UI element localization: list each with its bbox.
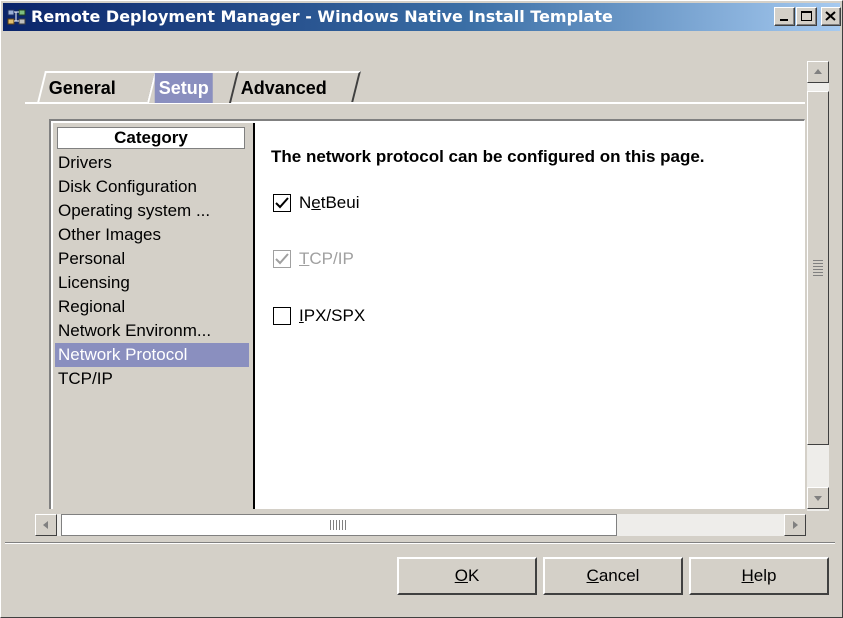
vertical-scrollbar[interactable] [807, 61, 829, 511]
ipxspx-label: IPX/SPX [299, 306, 366, 325]
window-title: Remote Deployment Manager - Windows Nati… [31, 7, 613, 26]
category-list: Category Drivers Disk Configuration Oper… [53, 123, 253, 509]
ok-label: K [467, 566, 480, 585]
footer-separator [5, 542, 835, 544]
cancel-button[interactable]: Cancel [543, 557, 683, 595]
category-item-network-protocol[interactable]: Network Protocol [55, 343, 249, 367]
scroll-down-button[interactable] [807, 487, 829, 509]
cancel-mnemonic: C [586, 566, 599, 585]
category-item-regional[interactable]: Regional [55, 295, 249, 319]
arrow-up-icon [814, 69, 822, 74]
category-item-operating-system[interactable]: Operating system ... [55, 199, 249, 223]
checkbox-box[interactable] [273, 307, 291, 325]
tab-divider [25, 102, 805, 104]
maximize-icon [801, 11, 812, 21]
minimize-button[interactable] [774, 7, 795, 26]
horizontal-scroll-thumb[interactable] [61, 514, 617, 536]
horizontal-scrollbar[interactable] [35, 514, 806, 536]
category-item-other-images[interactable]: Other Images [55, 223, 249, 247]
category-header: Category [57, 127, 245, 149]
scroll-right-button[interactable] [784, 514, 806, 536]
minimize-icon [780, 19, 788, 21]
category-item-network-environment[interactable]: Network Environm... [55, 319, 249, 343]
category-item-licensing[interactable]: Licensing [55, 271, 249, 295]
grip-icon [813, 260, 823, 278]
help-label: elp [753, 566, 777, 585]
tab-setup[interactable]: Setup [147, 71, 239, 103]
category-item-tcp-ip[interactable]: TCP/IP [55, 367, 249, 391]
checkbox-box[interactable] [273, 194, 291, 212]
checkbox-box[interactable] [273, 250, 291, 268]
close-button[interactable] [821, 7, 841, 26]
arrow-right-icon [793, 521, 798, 529]
protocol-heading: The network protocol can be configured o… [271, 147, 705, 166]
scroll-up-button[interactable] [807, 61, 829, 83]
title-bar[interactable]: Remote Deployment Manager - Windows Nati… [3, 3, 841, 31]
tab-setup-label: Setup [154, 73, 213, 103]
vertical-scroll-thumb[interactable] [807, 91, 829, 445]
netbeui-label: NetBeui [299, 193, 360, 212]
scroll-left-button[interactable] [35, 514, 57, 536]
arrow-left-icon [43, 521, 48, 529]
help-mnemonic: H [741, 566, 754, 585]
category-item-drivers[interactable]: Drivers [55, 151, 249, 175]
category-item-disk-configuration[interactable]: Disk Configuration [55, 175, 249, 199]
cancel-label: ancel [598, 566, 640, 585]
checkmark-icon [275, 253, 289, 265]
tcpip-label: TCP/IP [299, 249, 354, 268]
help-button[interactable]: Help [689, 557, 829, 595]
tab-advanced-label: Advanced [240, 78, 327, 98]
ok-mnemonic: O [454, 566, 468, 585]
checkmark-icon [275, 197, 289, 209]
network-deploy-icon[interactable] [7, 8, 27, 26]
tab-general-label: General [48, 78, 116, 98]
grip-icon [330, 520, 348, 530]
ok-button[interactable]: OK [397, 557, 537, 595]
close-icon [825, 11, 836, 21]
tab-general[interactable]: General [37, 71, 157, 103]
tab-advanced[interactable]: Advanced [229, 71, 361, 103]
dialog-window: Remote Deployment Manager - Windows Nati… [0, 0, 843, 618]
category-item-personal[interactable]: Personal [55, 247, 249, 271]
arrow-down-icon [814, 496, 822, 501]
maximize-button[interactable] [796, 7, 817, 26]
